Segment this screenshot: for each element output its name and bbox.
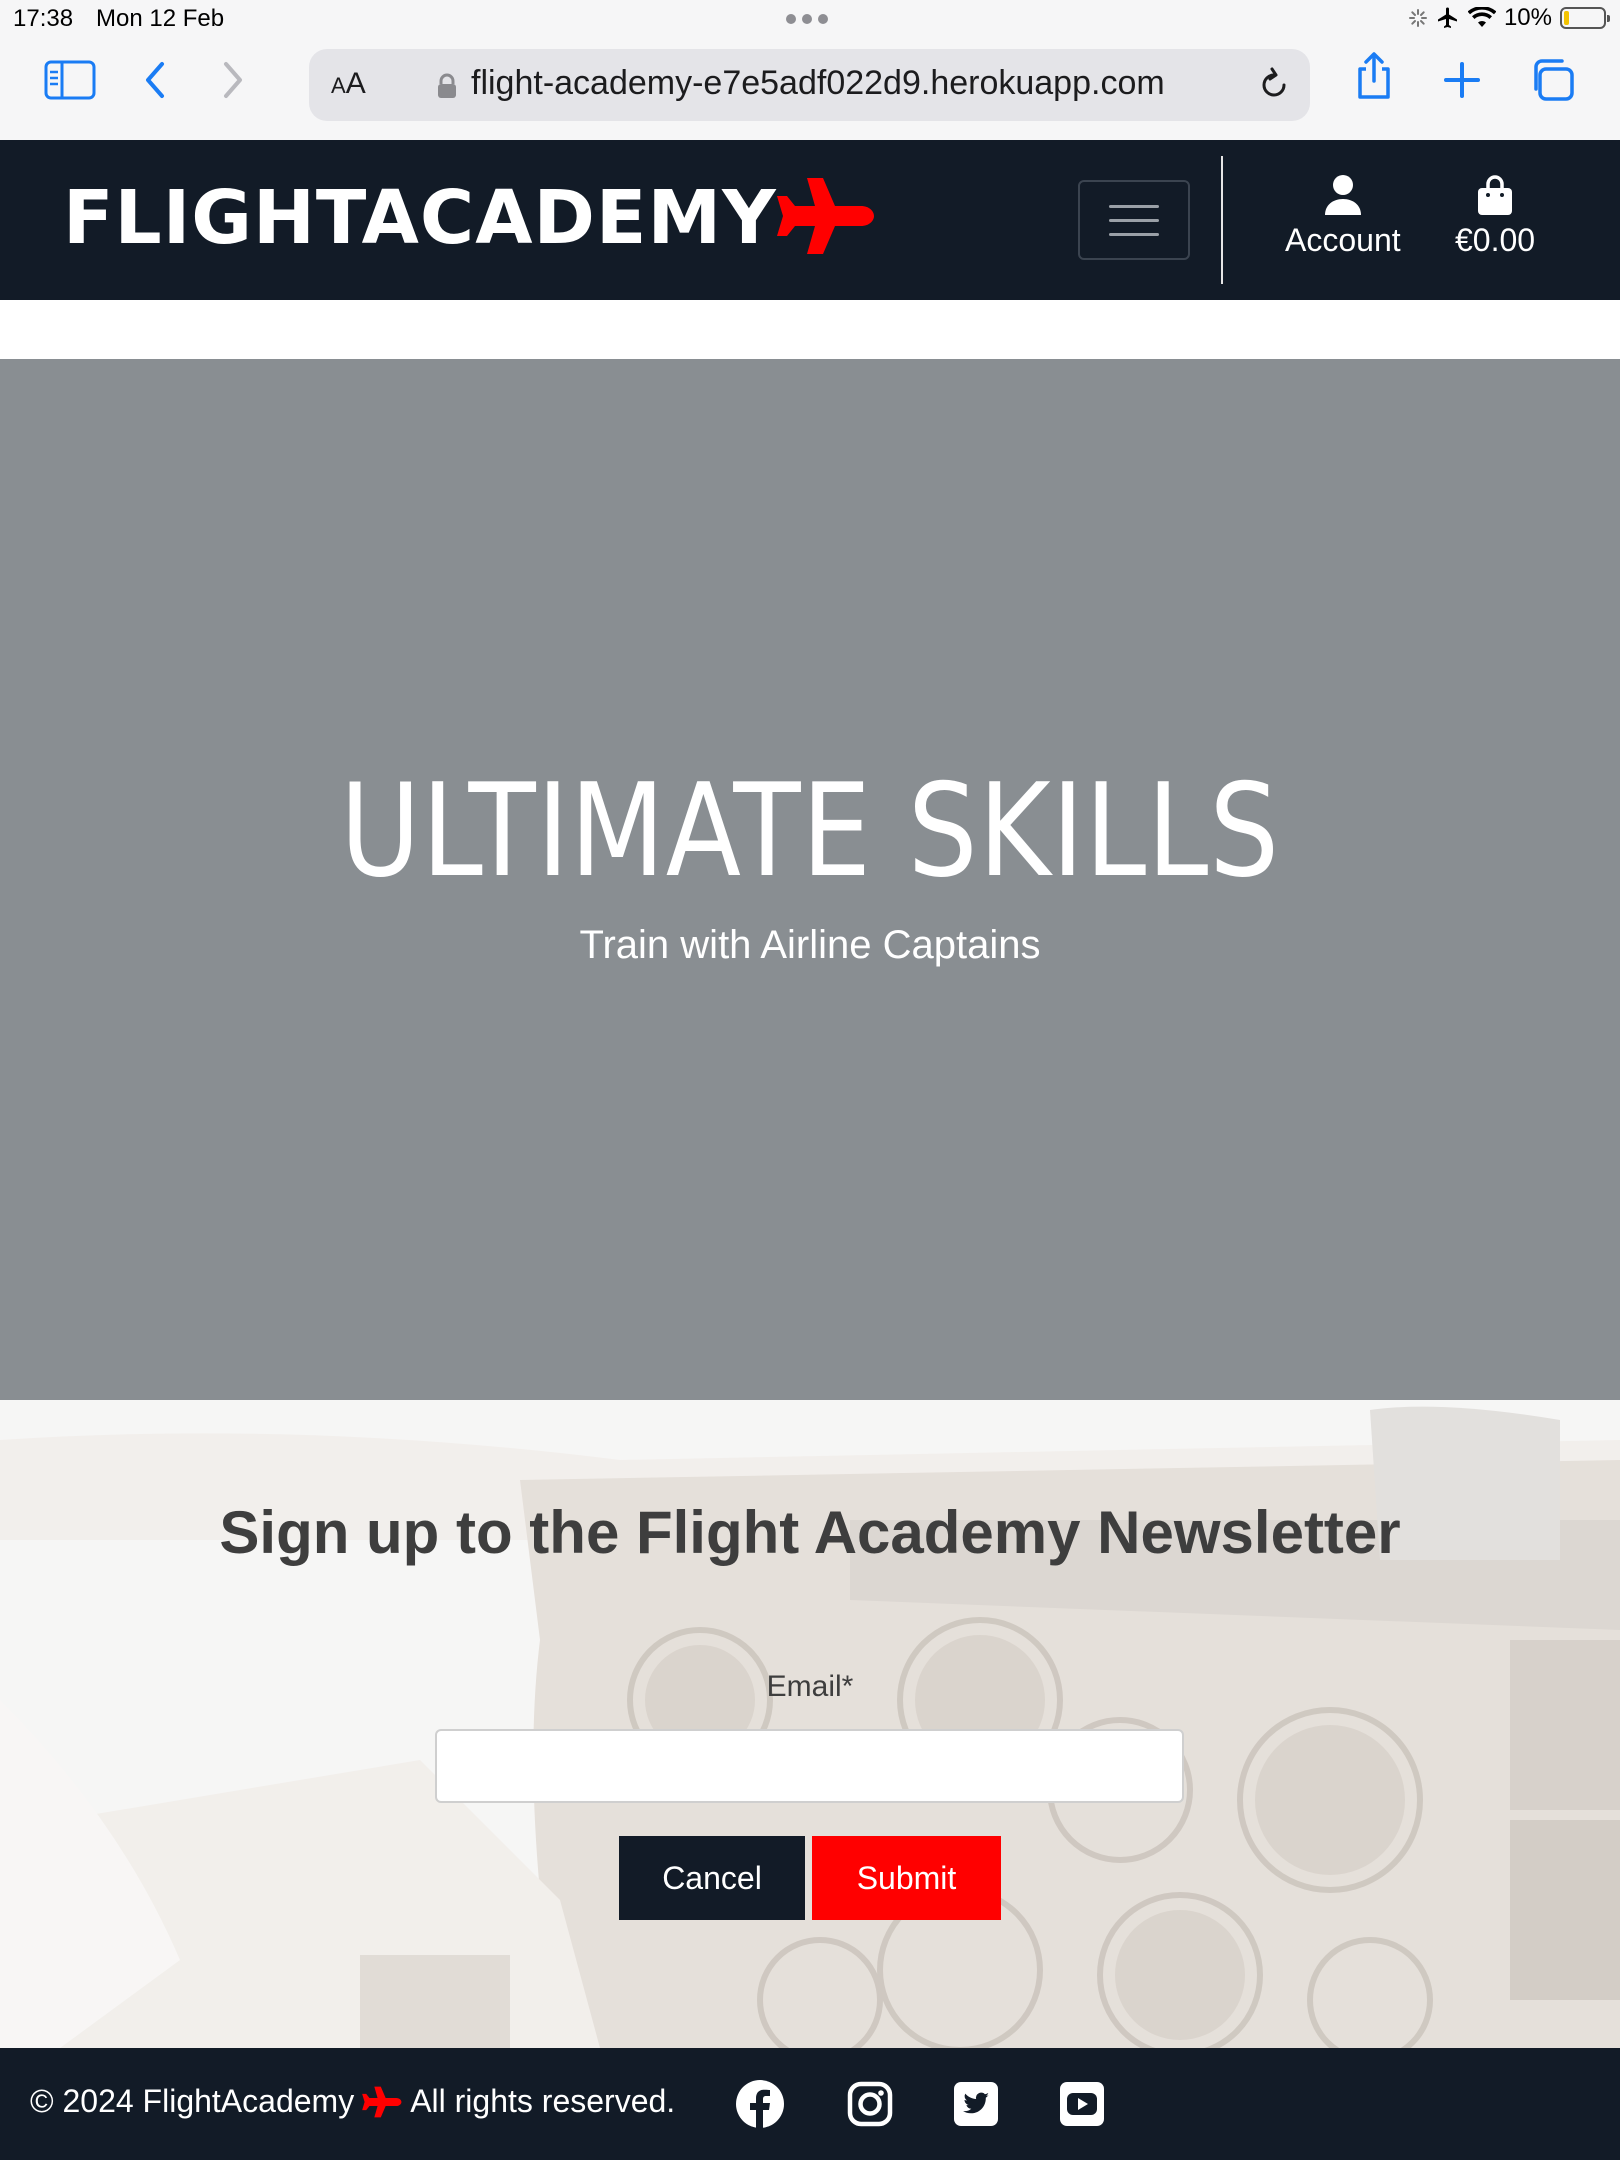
account-link[interactable]: Account [1285,174,1401,259]
back-icon[interactable] [140,58,170,102]
email-label: Email* [766,1670,854,1703]
share-icon[interactable] [1354,52,1394,99]
url-text: flight-academy-e7e5adf022d9.herokuapp.co… [471,64,1165,102]
twitter-icon[interactable] [950,2078,1002,2130]
logo-text: FLIGHTACADEMY [63,175,777,261]
status-indicators: 10% [1408,4,1610,32]
hero-title: ULTIMATE SKILLS [340,757,1280,906]
sidebar-icon[interactable] [44,58,96,102]
copyright-text: © 2024 FlightAcademy All rights reserved… [30,2083,676,2119]
shopping-bag-icon [1478,175,1513,215]
instagram-icon[interactable] [844,2078,896,2130]
hero-subtitle: Train with Airline Captains [579,923,1041,967]
user-icon [1324,175,1361,215]
browser-toolbar: AA flight-academy-e7e5adf022d9.herokuapp… [0,38,1620,140]
cancel-button[interactable]: Cancel [619,1836,805,1920]
airplane-small-icon [362,2086,402,2117]
new-tab-icon[interactable] [1442,58,1482,102]
hero-banner: ULTIMATE SKILLS Train with Airline Capta… [0,359,1620,1400]
site-logo[interactable]: FLIGHTACADEMY [63,178,875,258]
status-date: Mon 12 Feb [96,5,225,32]
page-menu-button[interactable]: AA [331,67,366,101]
newsletter-section: Sign up to the Flight Academy Newsletter… [0,1400,1620,2048]
navbar-toggle-button[interactable] [1078,180,1190,260]
battery-icon [1560,7,1610,29]
site-footer: © 2024 FlightAcademy All rights reserved… [0,2048,1620,2160]
account-label: Account [1285,222,1401,258]
status-bar: 17:38 Mon 12 Feb 10% [0,0,1620,38]
tabs-icon[interactable] [1528,58,1576,102]
multitasking-dots-icon[interactable] [786,14,828,24]
youtube-icon[interactable] [1056,2078,1108,2130]
newsletter-title: Sign up to the Flight Academy Newsletter [219,1499,1401,1566]
site-header: FLIGHTACADEMY Account €0.00 [0,140,1620,300]
submit-button[interactable]: Submit [812,1836,1001,1920]
wifi-icon [1467,7,1496,27]
airplane-logo-icon [776,178,874,254]
reload-icon[interactable] [1256,65,1292,105]
email-field[interactable] [435,1729,1184,1803]
bag-total: €0.00 [1455,222,1536,258]
battery-percentage: 10% [1503,4,1552,31]
address-bar[interactable]: AA flight-academy-e7e5adf022d9.herokuapp… [309,49,1310,121]
facebook-icon[interactable] [734,2078,786,2130]
status-time: 17:38 [13,5,74,32]
header-divider [1221,156,1223,284]
airplane-mode-icon [1437,7,1457,28]
lock-icon [438,73,456,98]
loading-spinner-icon [1408,9,1427,27]
forward-icon[interactable] [218,58,248,102]
shopping-bag-link[interactable]: €0.00 [1455,174,1535,259]
